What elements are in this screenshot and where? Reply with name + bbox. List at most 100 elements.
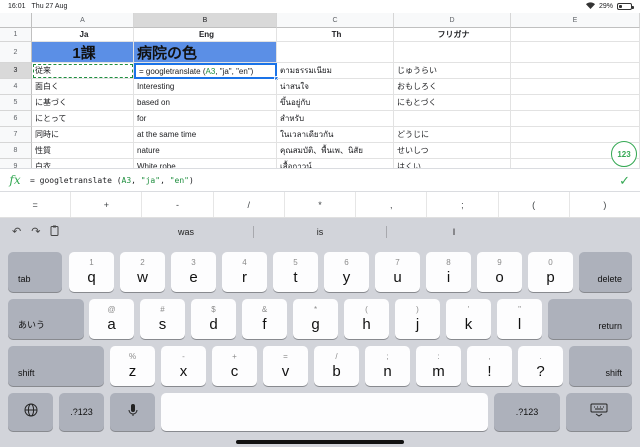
key-k[interactable]: ' k <box>446 299 491 339</box>
hide-keyboard-key[interactable] <box>566 393 632 431</box>
column-header-d[interactable]: D <box>394 13 511 28</box>
cell-d2[interactable] <box>394 42 511 63</box>
numbers-left-key[interactable]: .?123 <box>59 393 104 431</box>
cell-c8[interactable]: คุณสมบัติ、พื้นเพ、นิสัย <box>277 143 394 159</box>
cell-d3[interactable]: じゅうらい <box>394 63 511 79</box>
select-all-corner[interactable] <box>0 13 32 28</box>
symbol-open-paren-button[interactable]: ( <box>499 192 570 217</box>
key-v[interactable]: = v <box>263 346 308 386</box>
key-c[interactable]: + c <box>212 346 257 386</box>
cell-d4[interactable]: おもしろく <box>394 79 511 95</box>
key-u[interactable]: 7u <box>375 252 420 292</box>
key-e[interactable]: 3e <box>171 252 216 292</box>
row-header-5[interactable]: 5 <box>0 95 32 111</box>
row-header-2[interactable]: 2 <box>0 42 32 63</box>
cell-c2[interactable] <box>277 42 394 63</box>
symbol-multiply-button[interactable]: * <box>285 192 357 217</box>
cell-a8[interactable]: 性質 <box>32 143 134 159</box>
key-r[interactable]: 4r <box>222 252 267 292</box>
home-indicator[interactable] <box>236 440 404 444</box>
row-header-7[interactable]: 7 <box>0 127 32 143</box>
column-header-a[interactable]: A <box>32 13 134 28</box>
symbol-equals-button[interactable]: = <box>0 192 72 217</box>
formula-input[interactable]: = googletranslate (A3, "ja", "en") <box>30 176 194 185</box>
cell-d8[interactable]: せいしつ <box>394 143 511 159</box>
row-header-9[interactable]: 9 <box>0 159 32 168</box>
cell-d1[interactable]: フリガナ <box>394 28 511 42</box>
suggestion-1[interactable]: was <box>126 227 246 237</box>
key-i[interactable]: 8i <box>426 252 471 292</box>
cell-b6[interactable]: for <box>134 111 277 127</box>
row-header-1[interactable]: 1 <box>0 28 32 42</box>
cell-b9[interactable]: White robe <box>134 159 277 168</box>
symbol-comma-button[interactable]: , <box>356 192 428 217</box>
cell-c1[interactable]: Th <box>277 28 394 42</box>
row-header-4[interactable]: 4 <box>0 79 32 95</box>
cell-c9[interactable]: เสื้อกาวน์ <box>277 159 394 168</box>
key-o[interactable]: 9o <box>477 252 522 292</box>
cell-e4[interactable] <box>511 79 640 95</box>
spreadsheet-grid[interactable]: A B C D E 1 2 3 4 5 6 7 8 9 Ja Eng Th フリ… <box>0 13 640 168</box>
cell-c5[interactable]: ขึ้นอยู่กับ <box>277 95 394 111</box>
cell-d7[interactable]: どうじに <box>394 127 511 143</box>
cell-b3-editing[interactable]: = googletranslate (A3, "ja", "en") <box>134 63 277 79</box>
symbol-plus-button[interactable]: + <box>71 192 143 217</box>
key-z[interactable]: % z <box>110 346 155 386</box>
key-a[interactable]: @ a <box>89 299 134 339</box>
cell-a1[interactable]: Ja <box>32 28 134 42</box>
cell-c7[interactable]: ในเวลาเดียวกัน <box>277 127 394 143</box>
cell-c4[interactable]: น่าสนใจ <box>277 79 394 95</box>
cell-b8[interactable]: nature <box>134 143 277 159</box>
globe-key[interactable] <box>8 393 53 431</box>
cell-a4[interactable]: 面白く <box>32 79 134 95</box>
cell-e2[interactable] <box>511 42 640 63</box>
tab-key[interactable]: tab <box>8 252 62 292</box>
cell-c3[interactable]: ตามธรรมเนียม <box>277 63 394 79</box>
cell-a6[interactable]: にとって <box>32 111 134 127</box>
cell-a3[interactable]: 従来 <box>32 63 134 79</box>
symbol-minus-button[interactable]: - <box>142 192 214 217</box>
key-y[interactable]: 6y <box>324 252 369 292</box>
symbol-close-paren-button[interactable]: ) <box>570 192 640 217</box>
undo-icon[interactable]: ↶ <box>12 225 21 239</box>
cell-d5[interactable]: にもとづく <box>394 95 511 111</box>
shift-left-key[interactable]: shift <box>8 346 104 386</box>
key-t[interactable]: 5t <box>273 252 318 292</box>
key-d[interactable]: $ d <box>191 299 236 339</box>
row-header-6[interactable]: 6 <box>0 111 32 127</box>
key-n[interactable]: ; n <box>365 346 410 386</box>
cell-b2[interactable]: 病院の色 <box>134 42 277 63</box>
symbol-divide-button[interactable]: / <box>214 192 285 217</box>
cell-e3[interactable] <box>511 63 640 79</box>
column-header-b[interactable]: B <box>134 13 277 28</box>
cell-a5[interactable]: に基づく <box>32 95 134 111</box>
shift-right-key[interactable]: shift <box>569 346 632 386</box>
cell-b7[interactable]: at the same time <box>134 127 277 143</box>
key-q[interactable]: 1q <box>69 252 114 292</box>
delete-key[interactable]: delete <box>579 252 632 292</box>
return-key[interactable]: return <box>548 299 632 339</box>
cell-e1[interactable] <box>511 28 640 42</box>
key-w[interactable]: 2w <box>120 252 165 292</box>
row-header-3[interactable]: 3 <box>0 63 32 79</box>
cell-a2[interactable]: 1課 <box>32 42 134 63</box>
row-header-8[interactable]: 8 <box>0 143 32 159</box>
key-j[interactable]: ) j <box>395 299 440 339</box>
cell-c6[interactable]: สำหรับ <box>277 111 394 127</box>
key-s[interactable]: # s <box>140 299 185 339</box>
formula-bar[interactable]: fx = googletranslate (A3, "ja", "en") ✓ <box>0 168 640 192</box>
cell-e6[interactable] <box>511 111 640 127</box>
cell-a7[interactable]: 同時に <box>32 127 134 143</box>
key-b[interactable]: / b <box>314 346 359 386</box>
column-header-e[interactable]: E <box>511 13 640 28</box>
redo-icon[interactable]: ↷ <box>31 225 40 239</box>
cell-e5[interactable] <box>511 95 640 111</box>
cell-b5[interactable]: based on <box>134 95 277 111</box>
confirm-check-icon[interactable]: ✓ <box>619 173 630 189</box>
dictation-key[interactable] <box>110 393 155 431</box>
cell-b4[interactable]: Interesting <box>134 79 277 95</box>
key-p[interactable]: 0p <box>528 252 573 292</box>
symbol-semicolon-button[interactable]: ; <box>427 192 499 217</box>
suggestion-2[interactable]: is <box>260 227 380 237</box>
number-keyboard-toggle-button[interactable]: 123 <box>611 141 637 167</box>
